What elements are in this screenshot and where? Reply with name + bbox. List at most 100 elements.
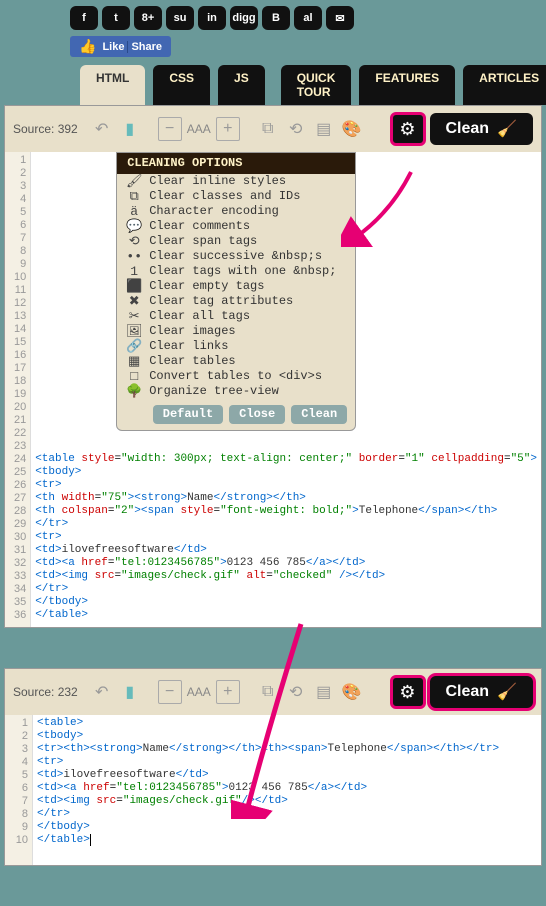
option-icon: 🖌 bbox=[125, 175, 143, 188]
option-row[interactable]: 🖼Clear images bbox=[117, 324, 355, 339]
clean-button[interactable]: Clean 🧹 bbox=[430, 113, 534, 145]
line-gutter: 12345678910 bbox=[5, 715, 33, 865]
social-icon[interactable]: in bbox=[198, 6, 226, 30]
code-line: </tr> bbox=[35, 518, 537, 531]
toolbar-1: Source: 392 ↶ ▮ − AAA + ⧉ ⟲ ▤ 🎨 ⚙ Clean … bbox=[5, 106, 541, 152]
tab-articles[interactable]: ARTICLES bbox=[463, 65, 546, 105]
code-line: </tbody> bbox=[35, 596, 537, 609]
option-row[interactable]: ✖ Clear tag attributes bbox=[117, 294, 355, 309]
social-icon[interactable]: 8+ bbox=[134, 6, 162, 30]
copy-icon[interactable]: ⧉ bbox=[256, 680, 280, 704]
options-buttons: Default Close Clean bbox=[117, 399, 355, 430]
palette-icon[interactable]: 🎨 bbox=[340, 680, 364, 704]
option-label: Organize tree-view bbox=[149, 385, 279, 398]
doc-icon[interactable]: ▤ bbox=[312, 680, 336, 704]
settings-button[interactable]: ⚙ bbox=[390, 675, 426, 709]
option-label: Clear tag attributes bbox=[149, 295, 293, 308]
social-icon[interactable]: t bbox=[102, 6, 130, 30]
option-row[interactable]: ⟲Clear span tags bbox=[117, 234, 355, 249]
option-icon: ✖ bbox=[125, 295, 143, 308]
settings-button[interactable]: ⚙ bbox=[390, 112, 426, 146]
code-editor-2[interactable]: 12345678910 <table><tbody><tr><th><stron… bbox=[5, 715, 541, 865]
option-row[interactable]: ⬛Clear empty tags bbox=[117, 279, 355, 294]
font-size-label: AAA bbox=[186, 680, 212, 704]
code-line: <tr><th><strong>Name</strong></th><th><s… bbox=[37, 743, 537, 756]
font-size-label: AAA bbox=[186, 117, 212, 141]
undo-icon[interactable]: ↶ bbox=[90, 680, 114, 704]
code-editor-1[interactable]: 1234567891011121314151617181920212223242… bbox=[5, 152, 541, 627]
option-row[interactable]: 💬 Clear comments bbox=[117, 219, 355, 234]
social-icon[interactable]: digg bbox=[230, 6, 258, 30]
social-icon[interactable]: ✉ bbox=[326, 6, 354, 30]
code-line: <th colspan="2"><span style="font-weight… bbox=[35, 505, 537, 518]
cleaning-options-panel: CLEANING OPTIONS 🖌Clear inline styles⧉Cl… bbox=[116, 152, 356, 431]
option-row[interactable]: ⧉Clear classes and IDs bbox=[117, 189, 355, 204]
code-line: </tr> bbox=[35, 583, 537, 596]
social-icon[interactable]: su bbox=[166, 6, 194, 30]
tab-js[interactable]: JS bbox=[218, 65, 265, 105]
option-icon: 1 bbox=[125, 265, 143, 278]
option-label: Clear all tags bbox=[149, 310, 250, 323]
option-label: Clear successive &nbsp;s bbox=[149, 250, 322, 263]
broom-icon: 🧹 bbox=[497, 682, 517, 702]
option-icon: 💬 bbox=[125, 220, 143, 233]
refresh-icon[interactable]: ⟲ bbox=[284, 117, 308, 141]
code-line: <tbody> bbox=[37, 730, 537, 743]
option-button-default[interactable]: Default bbox=[153, 405, 223, 424]
refresh-icon[interactable]: ⟲ bbox=[284, 680, 308, 704]
code-line: <td><a href="tel:0123456785">0123 456 78… bbox=[37, 782, 537, 795]
social-icon[interactable]: B bbox=[262, 6, 290, 30]
fb-like-label: Like bbox=[99, 41, 127, 53]
source-count: Source: 392 bbox=[13, 122, 78, 136]
option-row[interactable]: □ Convert tables to <div>s bbox=[117, 369, 355, 384]
code-line: </tbody> bbox=[37, 821, 537, 834]
source-count: Source: 232 bbox=[13, 685, 78, 699]
minus-icon[interactable]: − bbox=[158, 117, 182, 141]
toolbar-2: Source: 232 ↶ ▮ − AAA + ⧉ ⟲ ▤ 🎨 ⚙ Clean … bbox=[5, 669, 541, 715]
editor-panel-1: Source: 392 ↶ ▮ − AAA + ⧉ ⟲ ▤ 🎨 ⚙ Clean … bbox=[4, 105, 542, 628]
minus-icon[interactable]: − bbox=[158, 680, 182, 704]
option-label: Clear images bbox=[149, 325, 235, 338]
code-area[interactable]: CLEANING OPTIONS 🖌Clear inline styles⧉Cl… bbox=[31, 152, 541, 627]
option-row[interactable]: ä Character encoding bbox=[117, 204, 355, 219]
option-row[interactable]: 1Clear tags with one &nbsp; bbox=[117, 264, 355, 279]
option-label: Clear comments bbox=[149, 220, 250, 233]
options-title: CLEANING OPTIONS bbox=[117, 153, 355, 174]
option-row[interactable]: 🖌Clear inline styles bbox=[117, 174, 355, 189]
option-button-close[interactable]: Close bbox=[229, 405, 285, 424]
option-label: Character encoding bbox=[149, 205, 279, 218]
tab-features[interactable]: FEATURES bbox=[359, 65, 455, 105]
code-line: <tbody> bbox=[35, 466, 537, 479]
option-icon: ⟲ bbox=[125, 235, 143, 248]
social-icon[interactable]: f bbox=[70, 6, 98, 30]
code-line: <td><img src="images/check.gif"/></td> bbox=[37, 795, 537, 808]
doc-icon[interactable]: ▤ bbox=[312, 117, 336, 141]
option-row[interactable]: ✂Clear all tags bbox=[117, 309, 355, 324]
code-line bbox=[35, 440, 537, 453]
social-icon[interactable]: al bbox=[294, 6, 322, 30]
plus-icon[interactable]: + bbox=[216, 117, 240, 141]
code-line: </table> bbox=[37, 834, 537, 847]
tab-css[interactable]: CSS bbox=[153, 65, 210, 105]
option-row[interactable]: ••Clear successive &nbsp;s bbox=[117, 249, 355, 264]
option-row[interactable]: 🔗Clear links bbox=[117, 339, 355, 354]
option-row[interactable]: 🌳Organize tree-view bbox=[117, 384, 355, 399]
code-area[interactable]: <table><tbody><tr><th><strong>Name</stro… bbox=[33, 715, 541, 865]
file-icon[interactable]: ▮ bbox=[118, 680, 142, 704]
option-label: Convert tables to <div>s bbox=[149, 370, 322, 383]
tab-quick-tour[interactable]: QUICK TOUR bbox=[281, 65, 352, 105]
fb-like-share[interactable]: 👍 Like Share bbox=[70, 36, 171, 57]
file-icon[interactable]: ▮ bbox=[118, 117, 142, 141]
option-icon: ä bbox=[125, 205, 143, 218]
plus-icon[interactable]: + bbox=[216, 680, 240, 704]
option-button-clean[interactable]: Clean bbox=[291, 405, 347, 424]
palette-icon[interactable]: 🎨 bbox=[340, 117, 364, 141]
option-icon: ⧉ bbox=[125, 190, 143, 203]
undo-icon[interactable]: ↶ bbox=[90, 117, 114, 141]
option-icon: □ bbox=[125, 370, 143, 383]
clean-button[interactable]: Clean 🧹 bbox=[430, 676, 534, 708]
tab-html[interactable]: HTML bbox=[80, 65, 145, 105]
code-line: <table style="width: 300px; text-align: … bbox=[35, 453, 537, 466]
copy-icon[interactable]: ⧉ bbox=[256, 117, 280, 141]
option-row[interactable]: ▦Clear tables bbox=[117, 354, 355, 369]
